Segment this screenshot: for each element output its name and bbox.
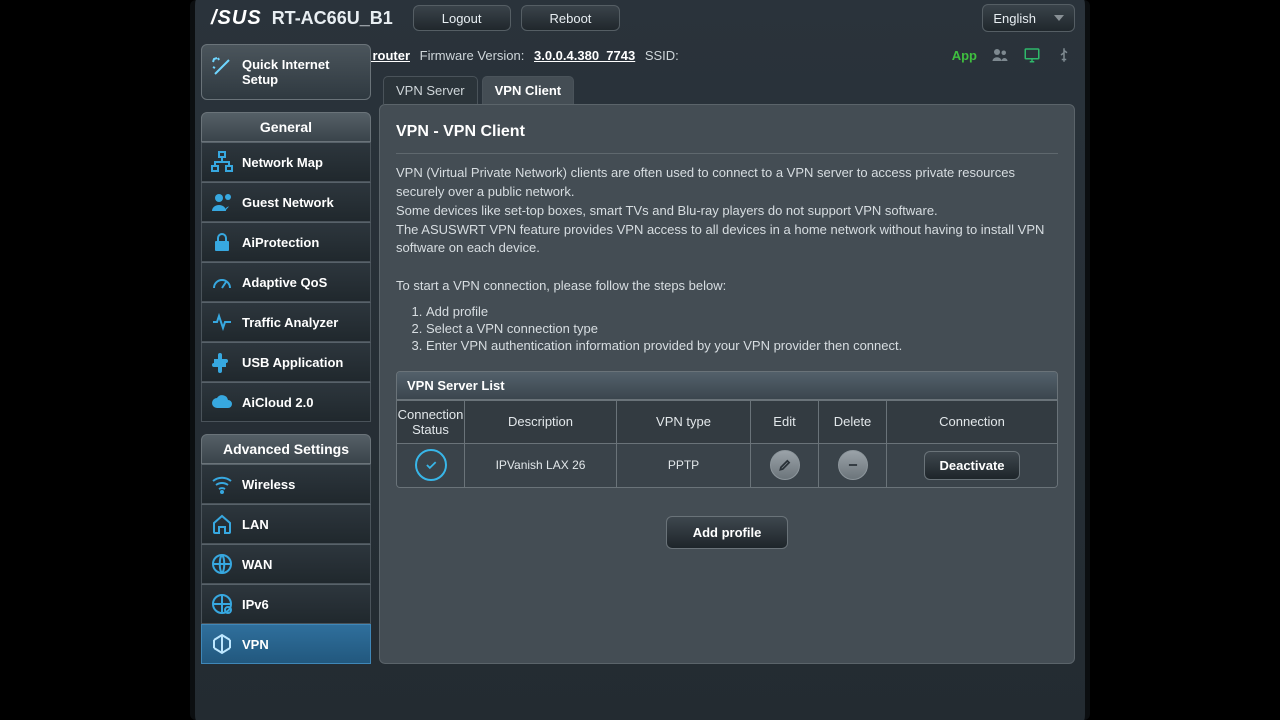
edit-button[interactable] [770, 450, 800, 480]
nav-label: AiProtection [242, 235, 319, 250]
status-connected-icon [415, 449, 447, 481]
advanced-header: Advanced Settings [201, 434, 371, 464]
nav-label: Guest Network [242, 195, 334, 210]
app-link[interactable]: App [952, 48, 977, 63]
puzzle-icon [210, 350, 234, 374]
quick-internet-setup-label: Quick Internet Setup [242, 57, 362, 87]
cell-vpn-type: PPTP [617, 443, 751, 487]
description-text: Some devices like set-top boxes, smart T… [396, 202, 1058, 221]
nav-label: VPN [242, 637, 269, 652]
wand-icon [210, 55, 234, 79]
nav-network-map[interactable]: Network Map [201, 142, 371, 182]
pulse-icon [210, 310, 234, 334]
delete-button[interactable] [838, 450, 868, 480]
pencil-icon [778, 458, 792, 472]
minus-icon [846, 458, 860, 472]
quick-internet-setup[interactable]: Quick Internet Setup [201, 44, 371, 100]
th-connection-status: Connection Status [397, 400, 465, 443]
step-item: Select a VPN connection type [426, 321, 1058, 336]
content-panel: VPN - VPN Client VPN (Virtual Private Ne… [379, 104, 1075, 664]
th-delete: Delete [819, 400, 887, 443]
nav-guest-network[interactable]: Guest Network [201, 182, 371, 222]
deactivate-button[interactable]: Deactivate [924, 451, 1019, 480]
add-profile-button[interactable]: Add profile [666, 516, 789, 549]
nav-lan[interactable]: LAN [201, 504, 371, 544]
nav-vpn[interactable]: VPN [201, 624, 371, 664]
tab-vpn-server[interactable]: VPN Server [383, 76, 478, 104]
nav-ipv6[interactable]: IPv6 [201, 584, 371, 624]
ssid-label: SSID: [645, 48, 679, 63]
general-header: General [201, 112, 371, 142]
logout-button[interactable]: Logout [413, 5, 511, 31]
firmware-version-value[interactable]: 3.0.0.4.380_7743 [534, 48, 635, 63]
th-connection: Connection [887, 400, 1057, 443]
chevron-down-icon [1054, 15, 1064, 21]
step-item: Enter VPN authentication information pro… [426, 338, 1058, 353]
nav-adaptive-qos[interactable]: Adaptive QoS [201, 262, 371, 302]
nav-label: LAN [242, 517, 269, 532]
step-item: Add profile [426, 304, 1058, 319]
firmware-version-label: Firmware Version: [420, 48, 525, 63]
nav-label: Adaptive QoS [242, 275, 327, 290]
steps-intro: To start a VPN connection, please follow… [396, 277, 1058, 296]
guest-network-icon [210, 190, 234, 214]
nav-label: WAN [242, 557, 272, 572]
nav-aicloud[interactable]: AiCloud 2.0 [201, 382, 371, 422]
vpn-icon [210, 632, 234, 656]
nav-label: USB Application [242, 355, 343, 370]
nav-wan[interactable]: WAN [201, 544, 371, 584]
description-text: The ASUSWRT VPN feature provides VPN acc… [396, 221, 1058, 259]
description-text: VPN (Virtual Private Network) clients ar… [396, 164, 1058, 202]
th-description: Description [465, 400, 617, 443]
network-monitor-icon[interactable] [1023, 46, 1041, 64]
usb-icon[interactable] [1055, 46, 1073, 64]
nav-aiprotection[interactable]: AiProtection [201, 222, 371, 262]
model-label: RT-AC66U_B1 [272, 8, 393, 29]
nav-traffic-analyzer[interactable]: Traffic Analyzer [201, 302, 371, 342]
steps-list: Add profile Select a VPN connection type… [426, 304, 1058, 353]
lock-icon [210, 230, 234, 254]
nav-usb-application[interactable]: USB Application [201, 342, 371, 382]
nav-label: Wireless [242, 477, 295, 492]
tab-vpn-client[interactable]: VPN Client [482, 76, 574, 104]
nav-label: AiCloud 2.0 [242, 395, 314, 410]
nav-label: Traffic Analyzer [242, 315, 338, 330]
nav-label: IPv6 [242, 597, 269, 612]
language-label: English [993, 11, 1036, 26]
reboot-button[interactable]: Reboot [521, 5, 621, 31]
table-row: IPVanish LAX 26 PPTP Deactivate [397, 443, 1057, 487]
gauge-icon [210, 270, 234, 294]
vpn-server-list-table: VPN Server List Connection Status Descri… [396, 371, 1058, 488]
th-edit: Edit [751, 400, 819, 443]
network-map-icon [210, 150, 234, 174]
nav-label: Network Map [242, 155, 323, 170]
th-vpn-type: VPN type [617, 400, 751, 443]
table-caption: VPN Server List [397, 372, 1057, 400]
globe-gear-icon [210, 592, 234, 616]
nav-wireless[interactable]: Wireless [201, 464, 371, 504]
globe-icon [210, 552, 234, 576]
language-dropdown[interactable]: English [982, 4, 1075, 32]
brand-logo: /SUS [211, 7, 262, 30]
cloud-icon [210, 390, 234, 414]
clients-icon[interactable] [991, 46, 1009, 64]
wifi-icon [210, 472, 234, 496]
page-title: VPN - VPN Client [396, 123, 1058, 141]
home-icon [210, 512, 234, 536]
divider [396, 153, 1058, 154]
cell-description: IPVanish LAX 26 [465, 443, 617, 487]
